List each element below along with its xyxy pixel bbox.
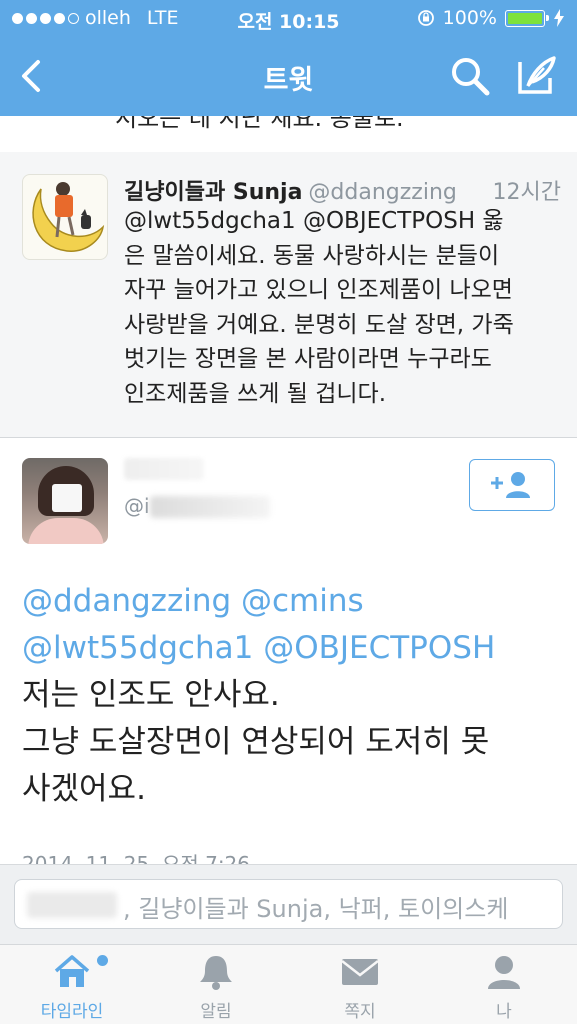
in-reply-to-tweet[interactable]: 길냥이들과 Sunja @ddangzzing 12시간 @lwt55dgcha1… [0,152,577,438]
tweet-text-line: 벗기는 장면을 본 사람이라면 누구라도 [124,346,492,372]
envelope-icon [341,959,379,985]
crescent-moon-cat-avatar-icon [32,182,105,252]
mentions-line[interactable]: @ddangzzing @cmins [22,578,562,625]
compose-tweet-icon[interactable] [514,52,560,98]
avatar[interactable] [22,458,108,544]
tweet-text: @lwt55dgcha1 @OBJECTPOSH 옳 은 말씀이세요. 동물 사… [124,204,554,411]
charging-bolt-icon [554,9,564,27]
home-icon [54,955,90,987]
tab-bar: 타임라인 알림 쪽지 나 [0,944,577,1024]
author-name[interactable]: 길냥이들과 Sunja [124,180,302,205]
tab-me[interactable]: 나 [432,945,576,1024]
tab-label: 쪽지 [344,1002,376,1022]
tweet-text-line: 그냥 도살장면이 연상되어 도저히 못 [22,724,490,760]
tweet-detail-screen: olleh LTE 오전 10:15 100% 트윗 서오는 데 지난 채요. … [0,0,577,1024]
battery-percent: 100% [442,7,497,29]
reply-input[interactable]: , 길냥이들과 Sunja, 낙퍼, 토이의스케 [14,879,563,929]
tab-label: 나 [496,1002,512,1022]
tweet-text-line: @lwt55dgcha1 @OBJECTPOSH 옳 [124,208,504,234]
reply-placeholder: , 길냥이들과 Sunja, 낙퍼, 토이의스케 [123,895,509,923]
tweet-text: @ddangzzing @cmins @lwt55dgcha1 @OBJECTP… [22,578,562,813]
navigation-bar: 트윗 [0,38,577,116]
redacted-handle [150,496,270,518]
author-handle[interactable]: @ddangzzing [308,180,456,205]
tweet-text-line: 사겠어요. [22,771,146,807]
add-user-icon [491,472,530,498]
author-handle[interactable]: @i [124,494,150,518]
battery-icon [505,9,549,27]
redacted-reply-recipient [27,892,117,918]
orientation-lock-icon [417,10,434,26]
tab-notifications[interactable]: 알림 [144,945,288,1024]
status-bar: olleh LTE 오전 10:15 100% [0,0,577,38]
status-right: 100% [417,7,565,29]
search-icon[interactable] [448,54,492,98]
tab-label: 알림 [200,1002,232,1022]
tweet-conversation: 서오는 데 지난 채요. 동물로. 길냥이들과 Sunja @ddangzzing… [0,116,577,944]
tweet-text-line: 자꾸 늘어가고 있으니 인조제품이 나오면 [124,277,513,303]
reply-bar: , 길냥이들과 Sunja, 낙퍼, 토이의스케 [0,864,577,944]
tweet-text-line: 사랑받을 거예요. 분명히 도살 장면, 가죽 [124,311,514,338]
previous-tweet-snippet: 서오는 데 지난 채요. 동물로. [115,116,404,132]
person-icon [488,956,520,989]
avatar[interactable] [22,174,108,260]
mentions-line[interactable]: @lwt55dgcha1 @OBJECTPOSH [22,625,562,672]
tweet-time: 12시간 [492,180,561,205]
tab-label: 타임라인 [40,1002,104,1022]
tab-messages[interactable]: 쪽지 [288,945,432,1024]
tweet-header: 길냥이들과 Sunja @ddangzzing 12시간 [124,174,563,206]
bell-icon [200,956,232,990]
new-content-badge [97,955,108,966]
tweet-text-line: 인조제품을 쓰게 될 겁니다. [124,380,387,407]
tweet-text-line: 은 말씀이세요. 동물 사랑하시는 분들이 [124,242,500,269]
redacted-author-name [124,458,204,480]
follow-button[interactable] [469,459,555,511]
tab-timeline[interactable]: 타임라인 [0,945,144,1024]
tweet-text-line: 저는 인조도 안사요. [22,677,280,713]
